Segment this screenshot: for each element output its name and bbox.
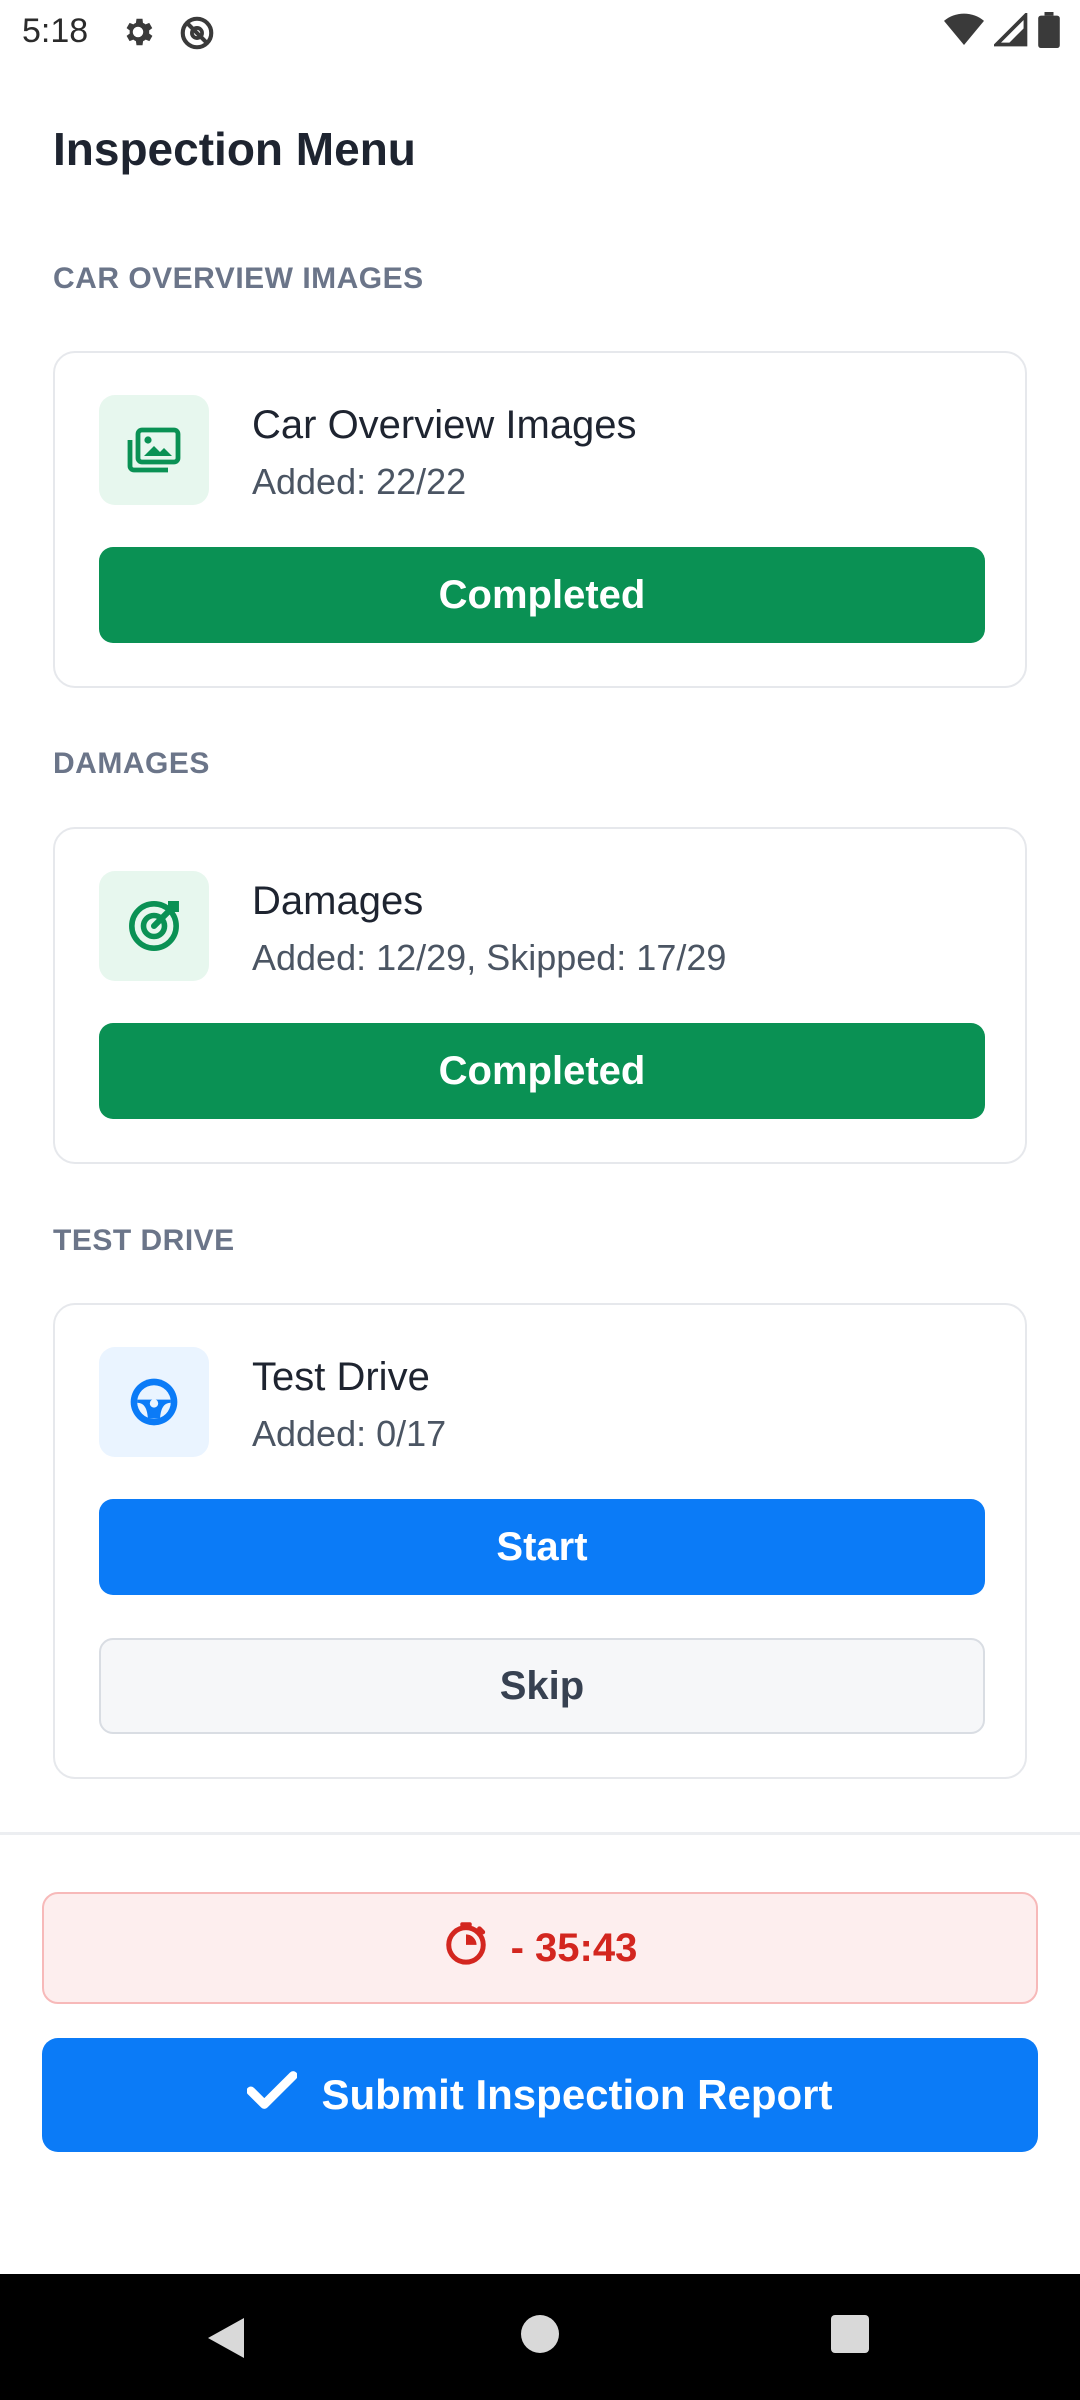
start-button[interactable]: Start	[99, 1499, 985, 1595]
signal-icon	[992, 11, 1028, 52]
home-icon[interactable]	[520, 2314, 560, 2359]
back-icon[interactable]	[204, 2314, 248, 2367]
status-time: 5:18	[22, 12, 89, 50]
completed-button[interactable]: Completed	[99, 547, 985, 643]
timer-value: - 35:43	[510, 1925, 638, 1970]
countdown-timer: - 35:43	[42, 1892, 1038, 2004]
skip-button[interactable]: Skip	[99, 1638, 985, 1734]
settings-gear-icon	[120, 14, 156, 55]
target-icon	[99, 871, 209, 981]
recents-icon[interactable]	[830, 2314, 870, 2359]
section-title-test-drive: TEST DRIVE	[53, 1224, 235, 1257]
check-icon	[246, 2070, 299, 2120]
section-title-damages: DAMAGES	[53, 747, 210, 780]
timer-icon	[443, 1920, 489, 1976]
battery-icon	[1038, 12, 1060, 53]
images-icon	[99, 395, 209, 505]
status-bar: 5:18	[0, 0, 1080, 62]
no-tracking-icon	[178, 14, 216, 57]
card-title: Car Overview Images	[252, 403, 637, 447]
submit-label: Submit Inspection Report	[321, 2071, 833, 2118]
submit-inspection-report-button[interactable]: Submit Inspection Report	[42, 2038, 1038, 2152]
card-title: Damages	[252, 879, 424, 923]
divider	[0, 1832, 1080, 1835]
card-title: Test Drive	[252, 1355, 430, 1399]
completed-button[interactable]: Completed	[99, 1023, 985, 1119]
card-car-overview-images: Car Overview Images Added: 22/22 Complet…	[53, 351, 1027, 688]
section-title-car-overview: CAR OVERVIEW IMAGES	[53, 262, 424, 295]
wifi-icon	[944, 13, 984, 52]
card-subtitle: Added: 22/22	[252, 461, 467, 502]
card-damages: Damages Added: 12/29, Skipped: 17/29 Com…	[53, 827, 1027, 1164]
page-title: Inspection Menu	[53, 123, 416, 175]
card-subtitle: Added: 12/29, Skipped: 17/29	[252, 937, 727, 978]
card-test-drive: Test Drive Added: 0/17 Start Skip	[53, 1303, 1027, 1779]
steering-wheel-icon	[99, 1347, 209, 1457]
system-navigation-bar	[0, 2274, 1080, 2400]
card-subtitle: Added: 0/17	[252, 1413, 447, 1454]
